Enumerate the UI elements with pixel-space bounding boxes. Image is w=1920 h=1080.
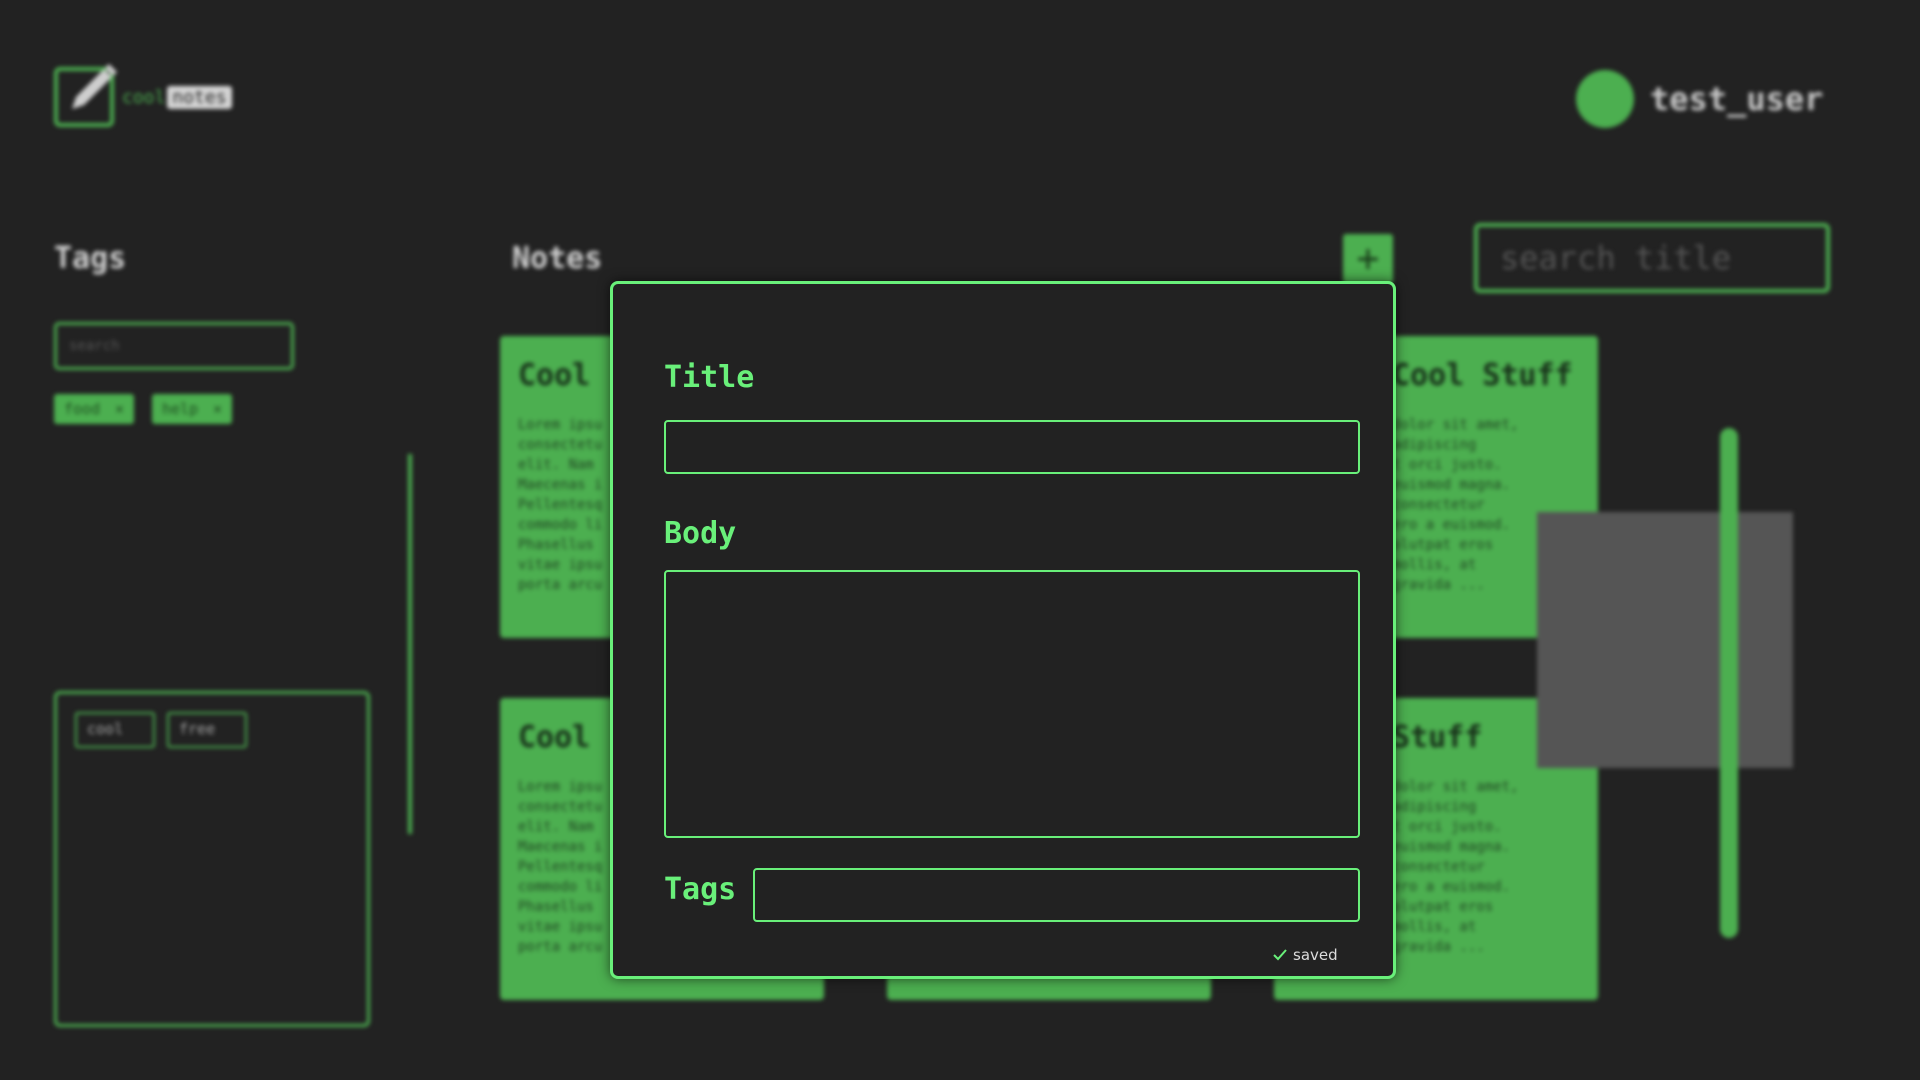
user-name: test_user: [1650, 80, 1824, 118]
tag-list: food × help ×: [54, 394, 232, 424]
tag-chip-help[interactable]: help ×: [152, 394, 232, 424]
tag-chip-food[interactable]: food ×: [54, 394, 134, 424]
check-icon: [1273, 949, 1287, 961]
sidebar-scrollbar[interactable]: [408, 454, 412, 834]
selected-tag-cool[interactable]: cool: [75, 712, 155, 748]
search-title-input[interactable]: search title: [1474, 223, 1830, 293]
tag-search-input[interactable]: search: [54, 322, 294, 370]
app-logo[interactable]: cool notes: [54, 64, 232, 127]
title-label: Title: [664, 360, 755, 395]
body-textarea[interactable]: [664, 570, 1360, 838]
save-status-text: saved: [1293, 946, 1338, 964]
tag-chip-label: help: [162, 400, 199, 418]
note-editor-modal: Title Body Tags saved: [610, 281, 1396, 979]
selected-tags-panel: cool free: [54, 691, 370, 1027]
add-note-button[interactable]: +: [1343, 234, 1393, 284]
selected-tag-free[interactable]: free: [167, 712, 247, 748]
remove-tag-icon[interactable]: ×: [115, 400, 124, 418]
save-status: saved: [1273, 946, 1338, 964]
title-input[interactable]: [664, 420, 1360, 474]
tags-input[interactable]: [753, 868, 1360, 922]
tags-label: Tags: [664, 872, 737, 907]
remove-tag-icon[interactable]: ×: [213, 400, 222, 418]
notes-heading: Notes: [512, 241, 603, 276]
logo-word-notes: notes: [167, 85, 232, 109]
user-menu[interactable]: test_user: [1576, 70, 1823, 128]
tags-heading: Tags: [54, 241, 127, 276]
placeholder-block: [1537, 512, 1793, 768]
notes-scrollbar[interactable]: [1720, 428, 1738, 938]
logo-word-cool: cool: [122, 86, 166, 108]
logo-text: cool notes: [122, 85, 232, 109]
avatar[interactable]: [1576, 70, 1634, 128]
pencil-square-icon: [54, 64, 117, 127]
body-label: Body: [664, 516, 737, 551]
tag-chip-label: food: [64, 400, 101, 418]
